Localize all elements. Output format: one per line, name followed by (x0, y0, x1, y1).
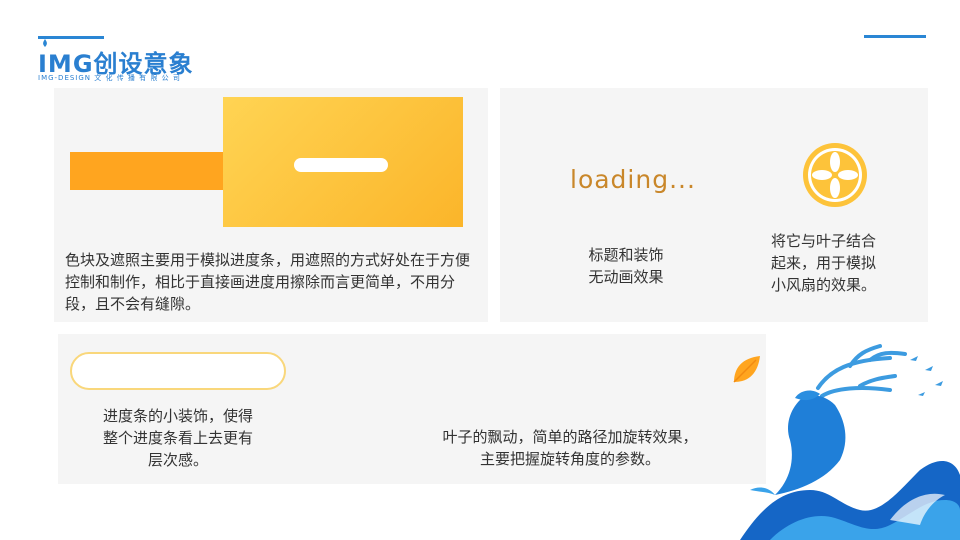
fan-line2: 起来，用于模拟 (771, 254, 877, 272)
deco-line1: 进度条的小装饰，使得 (102, 407, 253, 425)
header-accent-line (864, 35, 926, 38)
panel1-description: 色块及遮照主要用于模拟进度条，用遮照的方式好处在于方便控制和制作，相比于直接画进… (65, 251, 471, 313)
decoration-description: 进度条的小装饰，使得 整个进度条看上去更有 层次感。 (78, 405, 278, 471)
loading-caption: 标题和装饰 无动画效果 (566, 244, 686, 288)
fan-line1: 将它与叶子结合 (771, 232, 877, 250)
leaf-line2: 主要把握旋转角度的参数。 (479, 450, 660, 468)
mask-pill-white (294, 158, 388, 172)
logo-subtitle: IMG-DESIGN 文 化 传 播 有 限 公 司 (38, 74, 181, 82)
deer-wave-illustration (740, 344, 960, 540)
deco-line2: 整个进度条看上去更有 (102, 429, 253, 447)
progress-outline-pill (70, 352, 286, 390)
panel-progress-mask: 色块及遮照主要用于模拟进度条，用遮照的方式好处在于方便控制和制作，相比于直接画进… (54, 88, 488, 322)
fan-icon (803, 143, 867, 207)
loading-caption-line1: 标题和装饰 (588, 246, 664, 264)
leaf-line1: 叶子的飘动，简单的路径加旋转效果， (442, 428, 698, 446)
leaf-description: 叶子的飘动，简单的路径加旋转效果， 主要把握旋转角度的参数。 (410, 426, 730, 470)
loading-text: loading... (570, 165, 696, 194)
progress-bar-orange (70, 152, 240, 190)
loading-caption-line2: 无动画效果 (588, 268, 664, 286)
fan-line3: 小风扇的效果。 (771, 276, 877, 294)
fan-description: 将它与叶子结合 起来，用于模拟 小风扇的效果。 (771, 230, 911, 296)
deco-line3: 层次感。 (147, 451, 208, 469)
